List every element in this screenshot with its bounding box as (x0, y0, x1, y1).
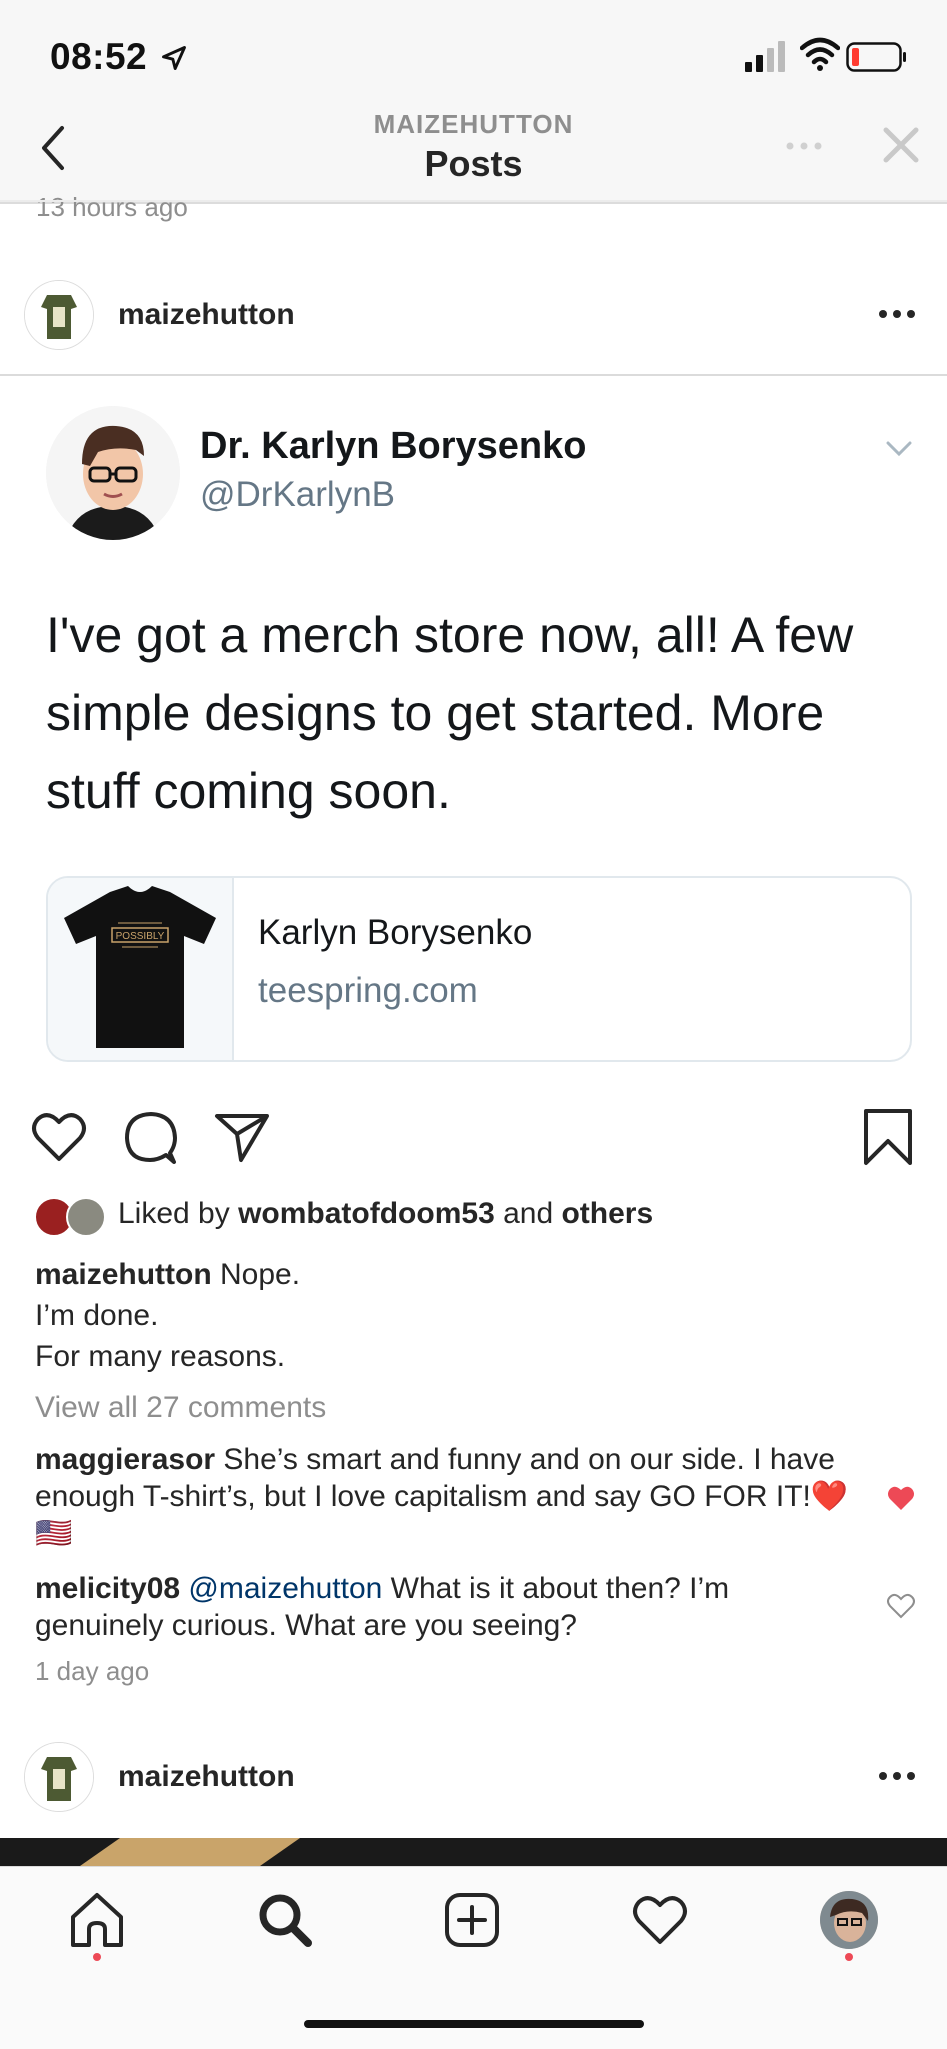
post-options-icon[interactable] (877, 308, 917, 320)
avatar-image (25, 1743, 93, 1811)
battery-low-icon (846, 42, 906, 72)
signal-icon (745, 41, 785, 72)
profile-notification-dot (845, 1953, 853, 1961)
more-icon[interactable] (784, 136, 824, 156)
location-arrow-icon (162, 46, 186, 70)
post-username[interactable]: maizehutton (118, 1760, 295, 1794)
comment-icon[interactable] (122, 1108, 180, 1166)
comment-username[interactable]: maggierasor (35, 1443, 215, 1476)
card-image: POSSIBLY (48, 878, 234, 1060)
likes-others[interactable]: others (561, 1197, 653, 1230)
caption-line: For many reasons. (35, 1340, 286, 1373)
card-domain: teespring.com (258, 971, 478, 1010)
post-caption: maizehutton Nope. I’m done. For many rea… (35, 1254, 895, 1377)
next-post-image (0, 1838, 947, 1866)
card-title: Karlyn Borysenko (258, 913, 533, 952)
bookmark-icon[interactable] (859, 1108, 917, 1166)
likes-summary[interactable]: Liked by wombatofdoom53 and others (118, 1197, 653, 1231)
add-post-icon[interactable] (443, 1891, 501, 1949)
post-options-icon[interactable] (877, 1770, 917, 1782)
view-all-comments-link[interactable]: View all 27 comments (35, 1391, 326, 1425)
status-time: 08:52 (50, 36, 148, 77)
previous-post-time: 13 hours ago (36, 192, 188, 222)
likes-user[interactable]: wombatofdoom53 (238, 1197, 495, 1230)
chevron-down-icon (886, 441, 912, 457)
likes-prefix: Liked by (118, 1197, 239, 1230)
search-icon[interactable] (256, 1891, 314, 1949)
heart-icon[interactable] (30, 1108, 88, 1166)
likes-middle: and (494, 1197, 562, 1230)
activity-heart-icon[interactable] (631, 1891, 689, 1949)
tweet-avatar (46, 406, 180, 540)
tweet-author-name: Dr. Karlyn Borysenko (200, 425, 587, 467)
tshirt-print-text: POSSIBLY (116, 931, 165, 942)
home-notification-dot (93, 1953, 101, 1961)
tshirt-image: POSSIBLY (64, 886, 216, 1048)
user-avatar[interactable] (24, 280, 94, 350)
comment: maggierasor She’s smart and funny and on… (35, 1441, 865, 1552)
comment-like-icon[interactable] (886, 1592, 916, 1620)
comment-username[interactable]: melicity08 (35, 1572, 180, 1605)
profile-avatar-image (820, 1891, 878, 1949)
tweet-author-handle: @DrKarlynB (200, 475, 396, 514)
liker-avatar (66, 1197, 106, 1237)
comment-mention[interactable]: @maizehutton (180, 1572, 382, 1605)
profile-avatar-icon[interactable] (820, 1891, 878, 1949)
avatar-image (25, 281, 93, 349)
next-post-image-preview (80, 1838, 300, 1866)
user-avatar[interactable] (24, 1742, 94, 1812)
caption-line: Nope. (211, 1258, 301, 1291)
home-icon[interactable] (68, 1891, 126, 1949)
post-time: 1 day ago (35, 1656, 150, 1686)
tweet-text: I've got a merch store now, all! A few s… (46, 607, 854, 819)
tweet-avatar-image (46, 406, 180, 540)
close-icon[interactable] (880, 124, 922, 166)
home-indicator[interactable] (304, 2020, 644, 2028)
caption-line: I’m done. (35, 1299, 159, 1332)
post-username[interactable]: maizehutton (118, 298, 295, 332)
comment: melicity08 @maizehutton What is it about… (35, 1570, 865, 1644)
wifi-icon (800, 37, 840, 71)
comment-like-icon-liked[interactable] (886, 1484, 916, 1512)
tweet-link-card: POSSIBLY Karlyn Borysenko teespring.com (46, 876, 912, 1062)
share-icon[interactable] (213, 1108, 271, 1166)
caption-username[interactable]: maizehutton (35, 1258, 212, 1291)
divider (0, 200, 947, 202)
